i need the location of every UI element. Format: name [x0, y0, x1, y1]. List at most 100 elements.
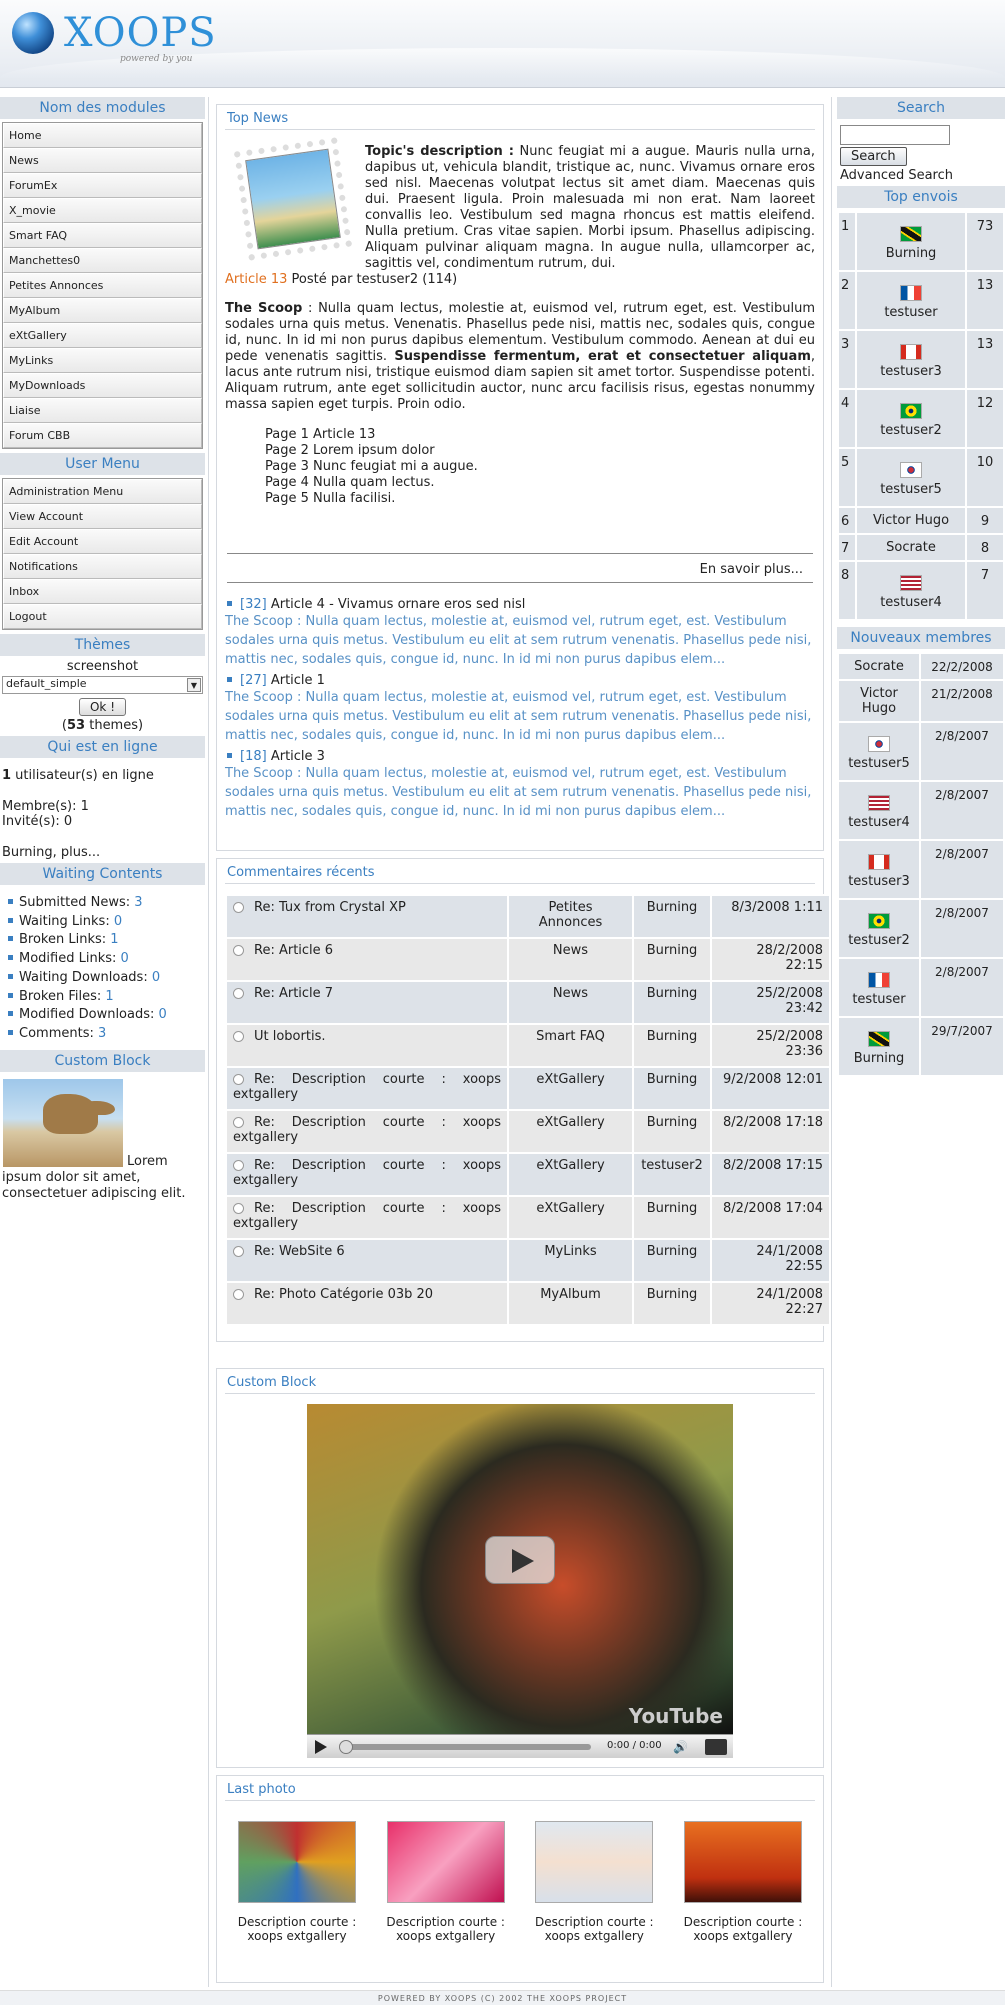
comment-module[interactable]: eXtGallery — [507, 1066, 634, 1111]
comment-module[interactable]: eXtGallery — [507, 1152, 634, 1197]
member-name[interactable]: Burning — [854, 1051, 905, 1066]
waiting-label[interactable]: Waiting Links — [19, 914, 105, 929]
comment-module[interactable]: Smart FAQ — [507, 1023, 634, 1068]
module-item-forum-cbb[interactable]: Forum CBB — [3, 423, 202, 448]
module-item-x-movie[interactable]: X_movie — [3, 198, 202, 223]
photo-item[interactable]: Description courte : xoops extgallery — [382, 1821, 510, 1943]
usermenu-item-edit-account[interactable]: Edit Account — [3, 529, 202, 554]
comment-user[interactable]: Burning — [632, 980, 712, 1025]
module-item-smart-faq[interactable]: Smart FAQ — [3, 223, 202, 248]
comment-user[interactable]: Burning — [632, 1109, 712, 1154]
poster-name[interactable]: testuser4 — [880, 595, 942, 610]
module-item-home[interactable]: Home — [3, 123, 202, 148]
usermenu-item-inbox[interactable]: Inbox — [3, 579, 202, 604]
readmore-link[interactable]: En savoir plus... — [227, 553, 813, 583]
module-item-myalbum[interactable]: MyAlbum — [3, 298, 202, 323]
member-name[interactable]: testuser5 — [848, 756, 910, 771]
photo-item[interactable]: Description courte : xoops extgallery — [530, 1821, 658, 1943]
waiting-value[interactable]: 0 — [121, 951, 129, 966]
comment-user[interactable]: Burning — [632, 894, 712, 939]
comment-title[interactable]: Re: Tux from Crystal XP — [254, 900, 406, 915]
comment-module[interactable]: News — [507, 937, 634, 982]
poster-name[interactable]: testuser — [884, 305, 937, 320]
poster-name[interactable]: testuser5 — [880, 482, 942, 497]
photo-thumbnail[interactable] — [535, 1821, 654, 1903]
usermenu-item-view-account[interactable]: View Account — [3, 504, 202, 529]
waiting-label[interactable]: Submitted News — [19, 895, 126, 910]
waiting-label[interactable]: Modified Links — [19, 951, 112, 966]
photo-item[interactable]: Description courte : xoops extgallery — [233, 1821, 361, 1943]
usermenu-item-notifications[interactable]: Notifications — [3, 554, 202, 579]
waiting-label[interactable]: Waiting Downloads — [19, 970, 143, 985]
comment-module[interactable]: MyLinks — [507, 1238, 634, 1283]
comment-module[interactable]: MyAlbum — [507, 1281, 634, 1326]
related-title[interactable]: Article 1 — [271, 673, 325, 688]
waiting-value[interactable]: 0 — [152, 970, 160, 985]
play-overlay-button[interactable] — [485, 1536, 555, 1584]
related-title[interactable]: Article 3 — [271, 749, 325, 764]
related-title[interactable]: Article 4 - Vivamus ornare eros sed nisl — [271, 597, 526, 612]
advanced-search-link[interactable]: Advanced Search — [840, 168, 1002, 183]
member-name[interactable]: Socrate — [854, 659, 904, 674]
module-item-extgallery[interactable]: eXtGallery — [3, 323, 202, 348]
seek-handle[interactable] — [339, 1740, 353, 1754]
waiting-value[interactable]: 0 — [114, 914, 122, 929]
comment-title[interactable]: Re: WebSite 6 — [254, 1244, 345, 1259]
module-item-manchettes0[interactable]: Manchettes0 — [3, 248, 202, 273]
themes-select[interactable]: default_simple ▼ — [2, 676, 203, 694]
member-name[interactable]: testuser4 — [848, 815, 910, 830]
poster-name[interactable]: Socrate — [886, 540, 936, 555]
article-page-link[interactable]: Page 5 Nulla facilisi. — [265, 491, 815, 507]
comment-user[interactable]: Burning — [632, 1281, 712, 1326]
module-item-news[interactable]: News — [3, 148, 202, 173]
module-item-petites-annonces[interactable]: Petites Annonces — [3, 273, 202, 298]
article-page-link[interactable]: Page 4 Nulla quam lectus. — [265, 475, 815, 491]
article-page-link[interactable]: Page 3 Nunc feugiat mi a augue. — [265, 459, 815, 475]
usermenu-item-logout[interactable]: Logout — [3, 604, 202, 629]
waiting-value[interactable]: 1 — [105, 989, 113, 1004]
waiting-value[interactable]: 3 — [134, 895, 142, 910]
waiting-value[interactable]: 0 — [159, 1007, 167, 1022]
comment-user[interactable]: Burning — [632, 937, 712, 982]
comment-title[interactable]: Ut lobortis. — [254, 1029, 325, 1044]
usermenu-item-administration-menu[interactable]: Administration Menu — [3, 479, 202, 504]
photo-thumbnail[interactable] — [386, 1821, 505, 1903]
search-input[interactable] — [840, 125, 950, 145]
module-item-liaise[interactable]: Liaise — [3, 398, 202, 423]
themes-ok-button[interactable]: Ok ! — [78, 698, 127, 716]
poster-name[interactable]: Victor Hugo — [873, 513, 949, 528]
comment-title[interactable]: Re: Description courte : xoops extgaller… — [233, 1115, 501, 1145]
poster-name[interactable]: testuser2 — [880, 423, 942, 438]
comment-title[interactable]: Re: Description courte : xoops extgaller… — [233, 1201, 501, 1231]
comment-title[interactable]: Re: Article 6 — [254, 943, 333, 958]
comment-user[interactable]: Burning — [632, 1066, 712, 1111]
comment-title[interactable]: Re: Photo Catégorie 03b 20 — [254, 1287, 433, 1302]
module-item-mydownloads[interactable]: MyDownloads — [3, 373, 202, 398]
comment-title[interactable]: Re: Article 7 — [254, 986, 333, 1001]
comment-module[interactable]: News — [507, 980, 634, 1025]
waiting-label[interactable]: Broken Files — [19, 989, 97, 1004]
comment-title[interactable]: Re: Description courte : xoops extgaller… — [233, 1158, 501, 1188]
article-link[interactable]: Article 13 — [225, 272, 287, 287]
member-name[interactable]: testuser — [852, 992, 905, 1007]
comment-user[interactable]: Burning — [632, 1238, 712, 1283]
comment-module[interactable]: eXtGallery — [507, 1195, 634, 1240]
comment-user[interactable]: Burning — [632, 1195, 712, 1240]
poster-name[interactable]: testuser3 — [880, 364, 942, 379]
site-logo[interactable]: XOOPS powered by you — [12, 8, 216, 64]
seek-bar[interactable] — [343, 1744, 591, 1750]
member-name[interactable]: Victor Hugo — [860, 686, 898, 716]
member-name[interactable]: testuser2 — [848, 933, 910, 948]
waiting-label[interactable]: Comments — [19, 1026, 89, 1041]
play-icon-small[interactable] — [315, 1740, 327, 1754]
online-list[interactable]: Burning, plus... — [2, 845, 203, 860]
waiting-value[interactable]: 3 — [98, 1026, 106, 1041]
comment-user[interactable]: testuser2 — [632, 1152, 712, 1197]
waiting-label[interactable]: Modified Downloads — [19, 1007, 150, 1022]
comment-user[interactable]: Burning — [632, 1023, 712, 1068]
module-item-mylinks[interactable]: MyLinks — [3, 348, 202, 373]
comment-title[interactable]: Re: Description courte : xoops extgaller… — [233, 1072, 501, 1102]
photo-thumbnail[interactable] — [683, 1821, 802, 1903]
search-button[interactable]: Search — [840, 147, 907, 166]
member-name[interactable]: testuser3 — [848, 874, 910, 889]
